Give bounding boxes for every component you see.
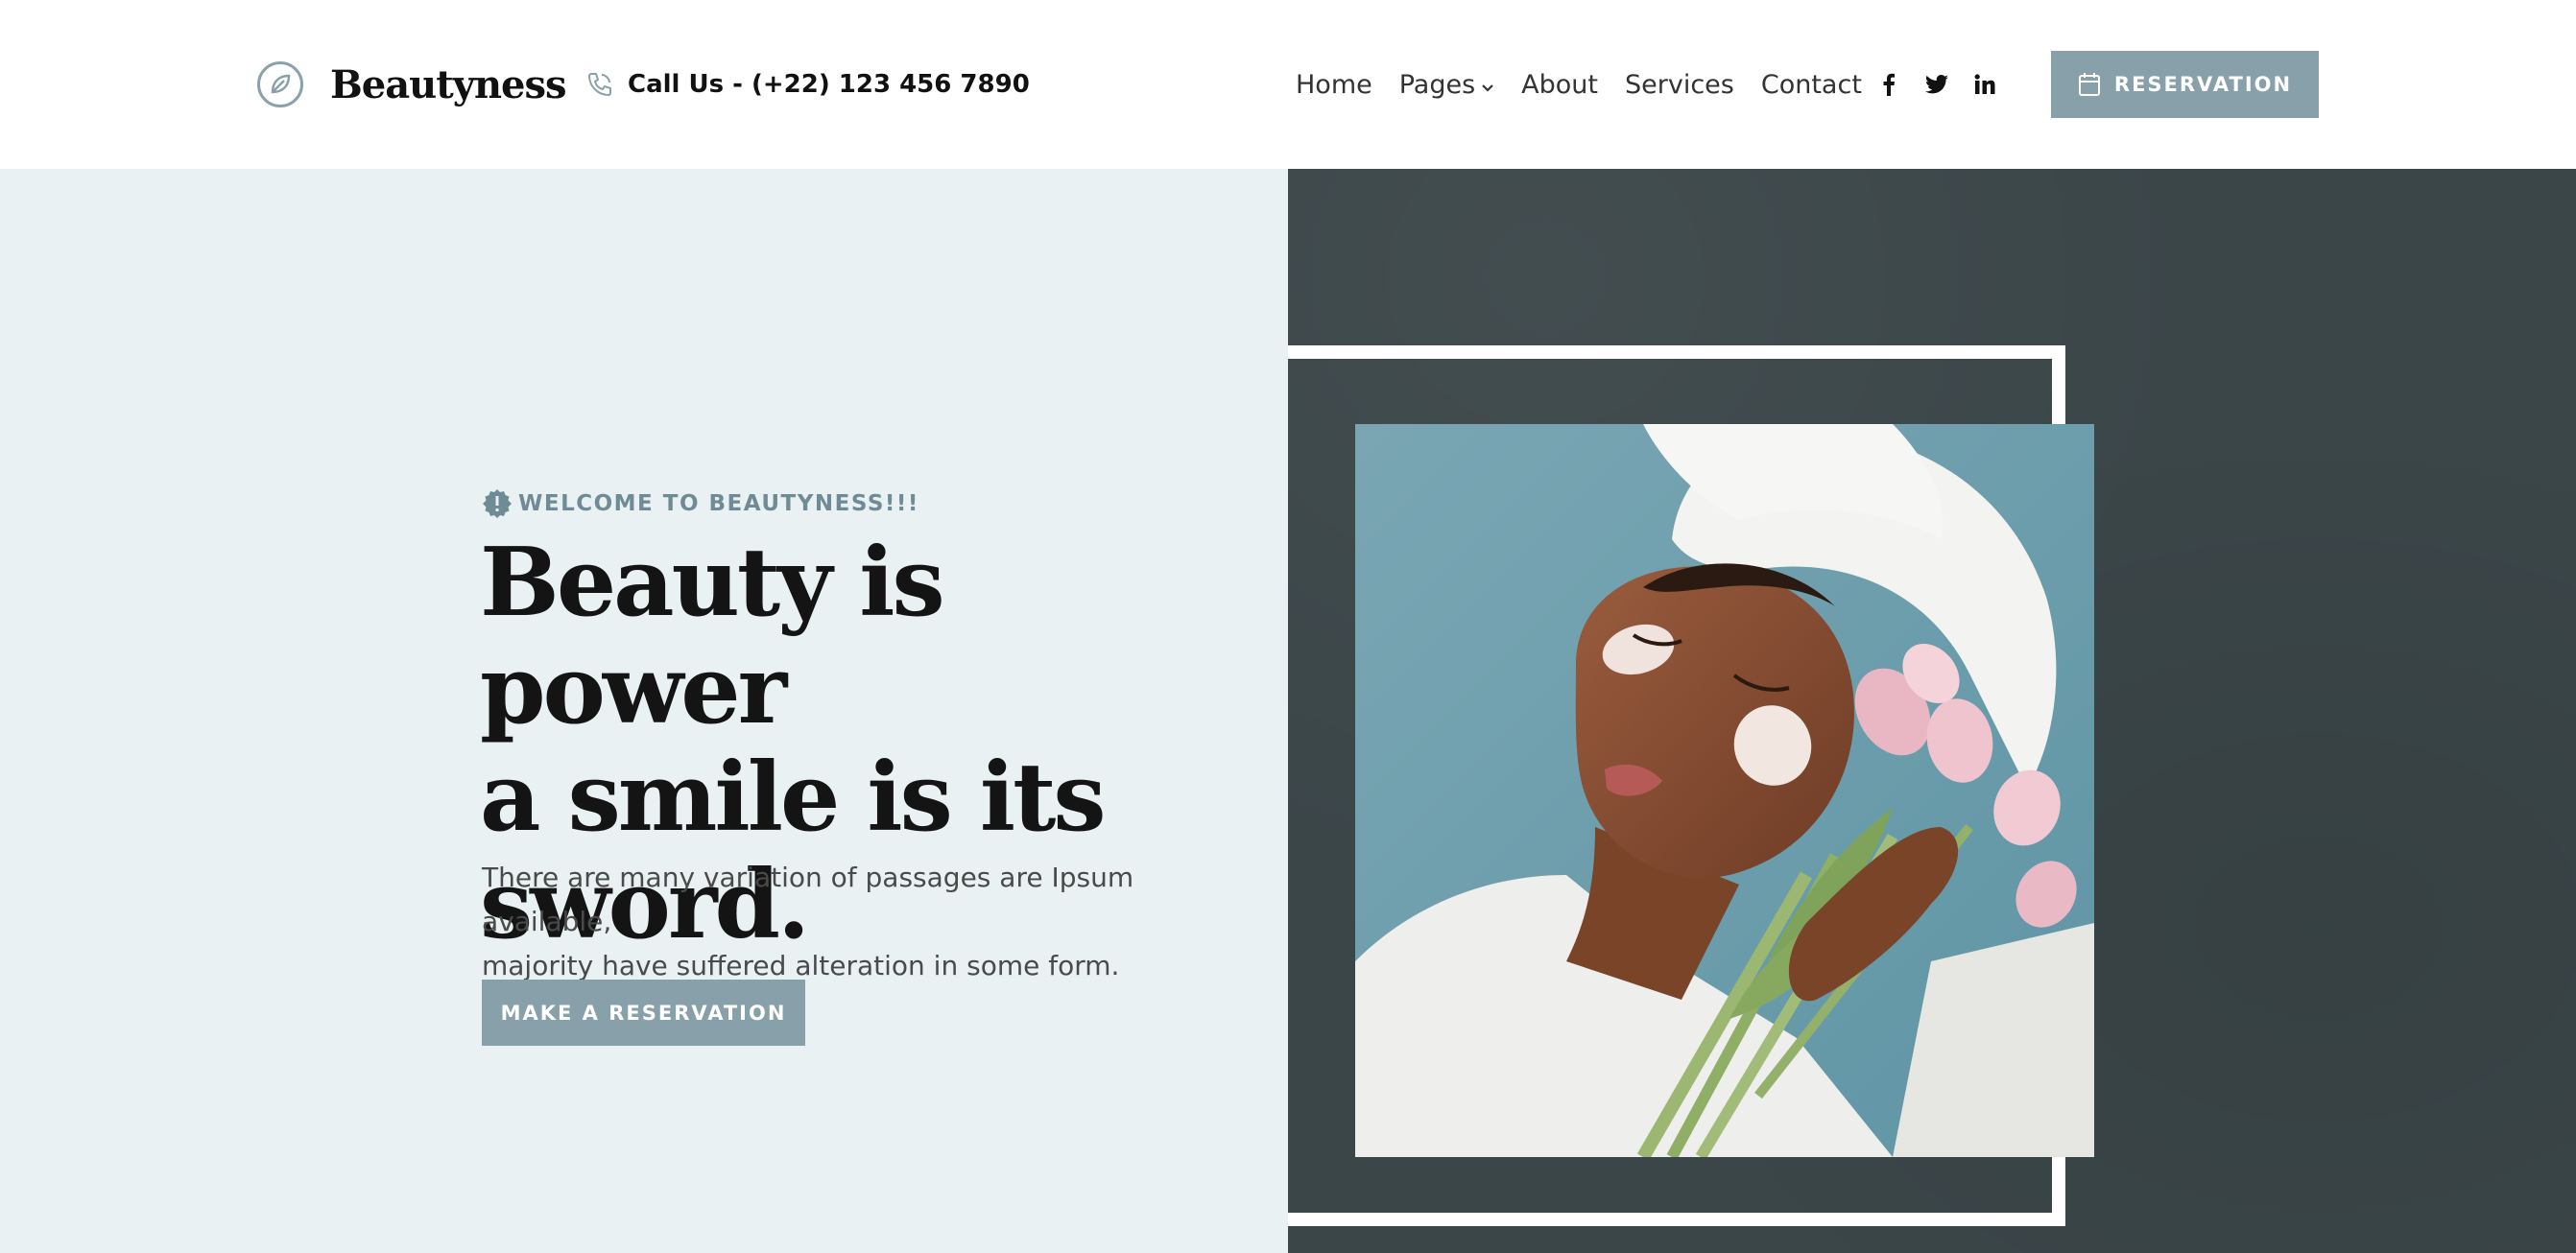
reservation-button-label: RESERVATION: [2113, 73, 2293, 96]
site-header: Beautyness Call Us - (+22) 123 456 7890 …: [0, 0, 2576, 169]
hero-photo: [1355, 424, 2094, 1157]
hero-description: There are many variation of passages are…: [482, 856, 1211, 988]
nav-home[interactable]: Home: [1296, 70, 1372, 100]
main-nav: Home Pages About Services Contact: [1296, 65, 1889, 104]
brand-name: Beautyness: [330, 61, 567, 107]
call-us-text: Call Us - (+22) 123 456 7890: [628, 70, 1030, 99]
hero-image-panel: [1288, 169, 2576, 1253]
reservation-button[interactable]: RESERVATION: [2051, 51, 2319, 118]
nav-pages[interactable]: Pages: [1399, 70, 1494, 100]
leaf-circle-icon: [257, 61, 303, 107]
twitter-icon[interactable]: [1920, 67, 1954, 102]
brand[interactable]: Beautyness: [257, 59, 567, 109]
hero-description-line-1: There are many variation of passages are…: [482, 862, 1134, 937]
hero-headline-line-1: Beauty is power: [480, 528, 945, 745]
hero-eyebrow-text: WELCOME TO BEAUTYNESS!!!: [518, 491, 919, 516]
nav-home-label: Home: [1296, 69, 1372, 100]
chevron-down-icon: [1481, 70, 1494, 100]
badge-alert-icon: [482, 488, 513, 519]
nav-contact[interactable]: Contact: [1761, 70, 1862, 100]
nav-pages-label: Pages: [1398, 69, 1476, 100]
phone-icon: [585, 70, 614, 99]
nav-about-label: About: [1521, 69, 1598, 100]
facebook-icon[interactable]: [1872, 67, 1906, 102]
call-us[interactable]: Call Us - (+22) 123 456 7890: [585, 67, 1030, 102]
linkedin-icon[interactable]: [1968, 67, 2002, 102]
calendar-icon: [2078, 72, 2101, 97]
hero-eyebrow: WELCOME TO BEAUTYNESS!!!: [482, 487, 919, 520]
nav-services[interactable]: Services: [1625, 70, 1734, 100]
nav-services-label: Services: [1625, 69, 1734, 100]
nav-contact-label: Contact: [1760, 69, 1862, 100]
nav-about[interactable]: About: [1521, 70, 1598, 100]
hero-headline-line-2: a smile is its: [480, 743, 1107, 853]
make-reservation-button[interactable]: MAKE A RESERVATION: [482, 980, 805, 1046]
social-links: [1872, 67, 2015, 102]
